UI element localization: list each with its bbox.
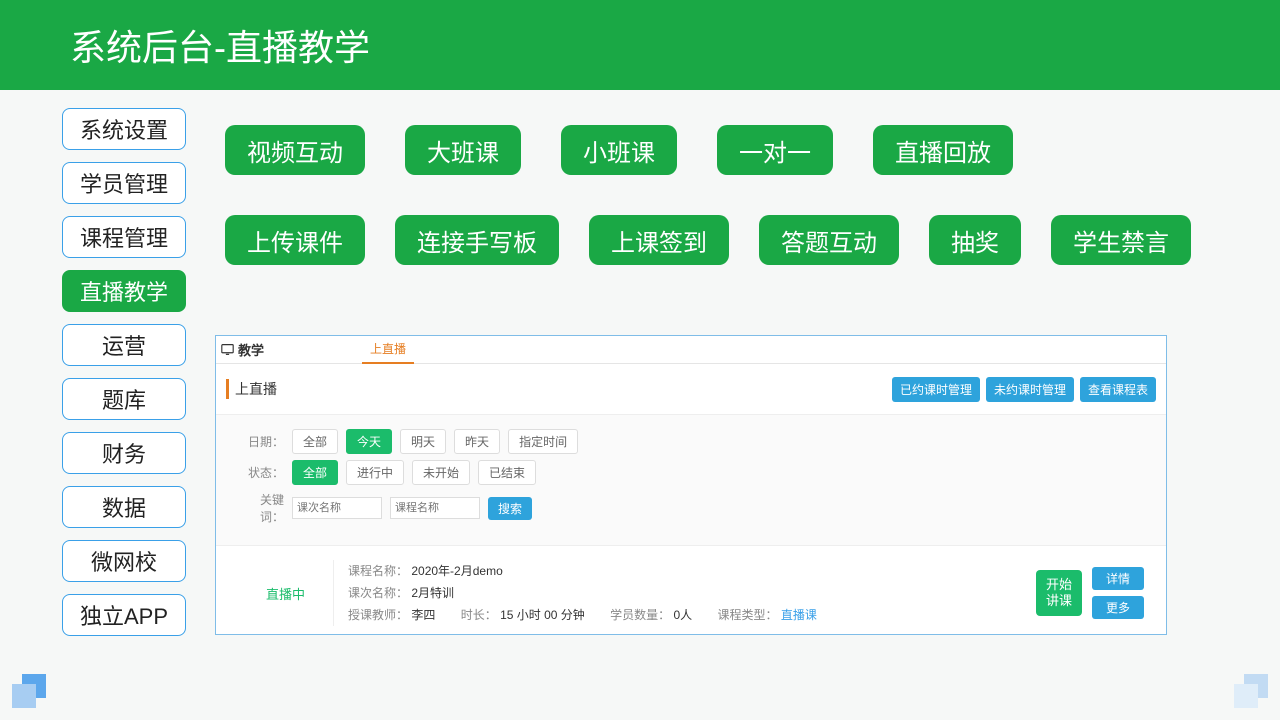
start-teaching-button[interactable]: 开始 讲课 <box>1036 570 1082 616</box>
students-label: 学员数量： <box>610 608 670 622</box>
pill-lottery[interactable]: 抽奖 <box>929 215 1021 265</box>
pill-video-interaction[interactable]: 视频互动 <box>225 125 365 175</box>
btn-view-schedule[interactable]: 查看课程表 <box>1080 377 1156 402</box>
sidebar-item-data[interactable]: 数据 <box>62 486 186 528</box>
sidebar-item-question-bank[interactable]: 题库 <box>62 378 186 420</box>
sidebar: 系统设置 学员管理 课程管理 直播教学 运营 题库 财务 数据 微网校 独立AP… <box>62 108 186 636</box>
course-name: 2020年-2月demo <box>411 564 502 578</box>
sidebar-item-system-settings[interactable]: 系统设置 <box>62 108 186 150</box>
course-row: 直播中 课程名称： 2020年-2月demo 课次名称： 2月特训 授课教师： … <box>216 546 1166 640</box>
page-title: 系统后台-直播教学 <box>70 19 370 71</box>
coursetype-value[interactable]: 直播课 <box>781 608 817 622</box>
search-button[interactable]: 搜索 <box>488 497 532 520</box>
teaching-icon <box>220 343 234 357</box>
kw-label: 关键词： <box>238 491 284 525</box>
kw-course-input[interactable] <box>390 497 480 519</box>
pill-mute-student[interactable]: 学生禁言 <box>1051 215 1191 265</box>
section-title: 上直播 <box>226 379 277 399</box>
date-all[interactable]: 全部 <box>292 429 338 454</box>
duration-label: 时长： <box>461 608 497 622</box>
pill-live-replay[interactable]: 直播回放 <box>873 125 1013 175</box>
date-label: 日期： <box>238 433 284 450</box>
deco-squares-icon <box>1234 674 1268 708</box>
date-yesterday[interactable]: 昨天 <box>454 429 500 454</box>
date-custom[interactable]: 指定时间 <box>508 429 578 454</box>
more-button[interactable]: 更多 <box>1092 596 1144 619</box>
kw-session-input[interactable] <box>292 497 382 519</box>
sidebar-item-student-mgmt[interactable]: 学员管理 <box>62 162 186 204</box>
coursetype-label: 课程类型： <box>718 608 778 622</box>
live-badge: 直播中 <box>238 560 333 626</box>
duration-value: 15 小时 00 分钟 <box>500 608 585 622</box>
date-tomorrow[interactable]: 明天 <box>400 429 446 454</box>
pill-large-class[interactable]: 大班课 <box>405 125 521 175</box>
sidebar-item-finance[interactable]: 财务 <box>62 432 186 474</box>
panel-tabs: 教学 上直播 <box>216 336 1166 364</box>
session-name-label: 课次名称： <box>348 586 408 600</box>
sidebar-item-live-teaching[interactable]: 直播教学 <box>62 270 186 312</box>
sidebar-item-app[interactable]: 独立APP <box>62 594 186 636</box>
panel-tab-upcoming-live[interactable]: 上直播 <box>362 336 414 364</box>
status-ended[interactable]: 已结束 <box>478 460 536 485</box>
sidebar-item-operations[interactable]: 运营 <box>62 324 186 366</box>
course-name-label: 课程名称： <box>348 564 408 578</box>
pill-one-on-one[interactable]: 一对一 <box>717 125 833 175</box>
panel-tab-teaching[interactable]: 教学 <box>234 340 272 359</box>
deco-squares-icon <box>12 674 46 708</box>
pill-checkin[interactable]: 上课签到 <box>589 215 729 265</box>
details-button[interactable]: 详情 <box>1092 567 1144 590</box>
btn-unbooked-mgmt[interactable]: 未约课时管理 <box>986 377 1074 402</box>
status-notstarted[interactable]: 未开始 <box>412 460 470 485</box>
pill-upload-courseware[interactable]: 上传课件 <box>225 215 365 265</box>
status-ongoing[interactable]: 进行中 <box>346 460 404 485</box>
live-panel: 教学 上直播 上直播 已约课时管理 未约课时管理 查看课程表 日期： 全部 今天… <box>215 335 1167 635</box>
pill-small-class[interactable]: 小班课 <box>561 125 677 175</box>
course-info: 课程名称： 2020年-2月demo 课次名称： 2月特训 授课教师： 李四 时… <box>333 560 1036 626</box>
feature-pills: 视频互动 大班课 小班课 一对一 直播回放 上传课件 连接手写板 上课签到 答题… <box>225 125 1191 305</box>
students-value: 0人 <box>673 608 692 622</box>
session-name: 2月特训 <box>411 586 454 600</box>
btn-booked-mgmt[interactable]: 已约课时管理 <box>892 377 980 402</box>
sidebar-item-course-mgmt[interactable]: 课程管理 <box>62 216 186 258</box>
status-label: 状态： <box>238 464 284 481</box>
sidebar-item-micro-school[interactable]: 微网校 <box>62 540 186 582</box>
filter-block: 日期： 全部 今天 明天 昨天 指定时间 状态： 全部 进行中 未开始 已结束 … <box>216 414 1166 546</box>
teacher-name: 李四 <box>411 608 435 622</box>
teacher-label: 授课教师： <box>348 608 408 622</box>
status-all[interactable]: 全部 <box>292 460 338 485</box>
pill-answer-interaction[interactable]: 答题互动 <box>759 215 899 265</box>
page-header: 系统后台-直播教学 <box>0 0 1280 90</box>
pill-connect-tablet[interactable]: 连接手写板 <box>395 215 559 265</box>
date-today[interactable]: 今天 <box>346 429 392 454</box>
